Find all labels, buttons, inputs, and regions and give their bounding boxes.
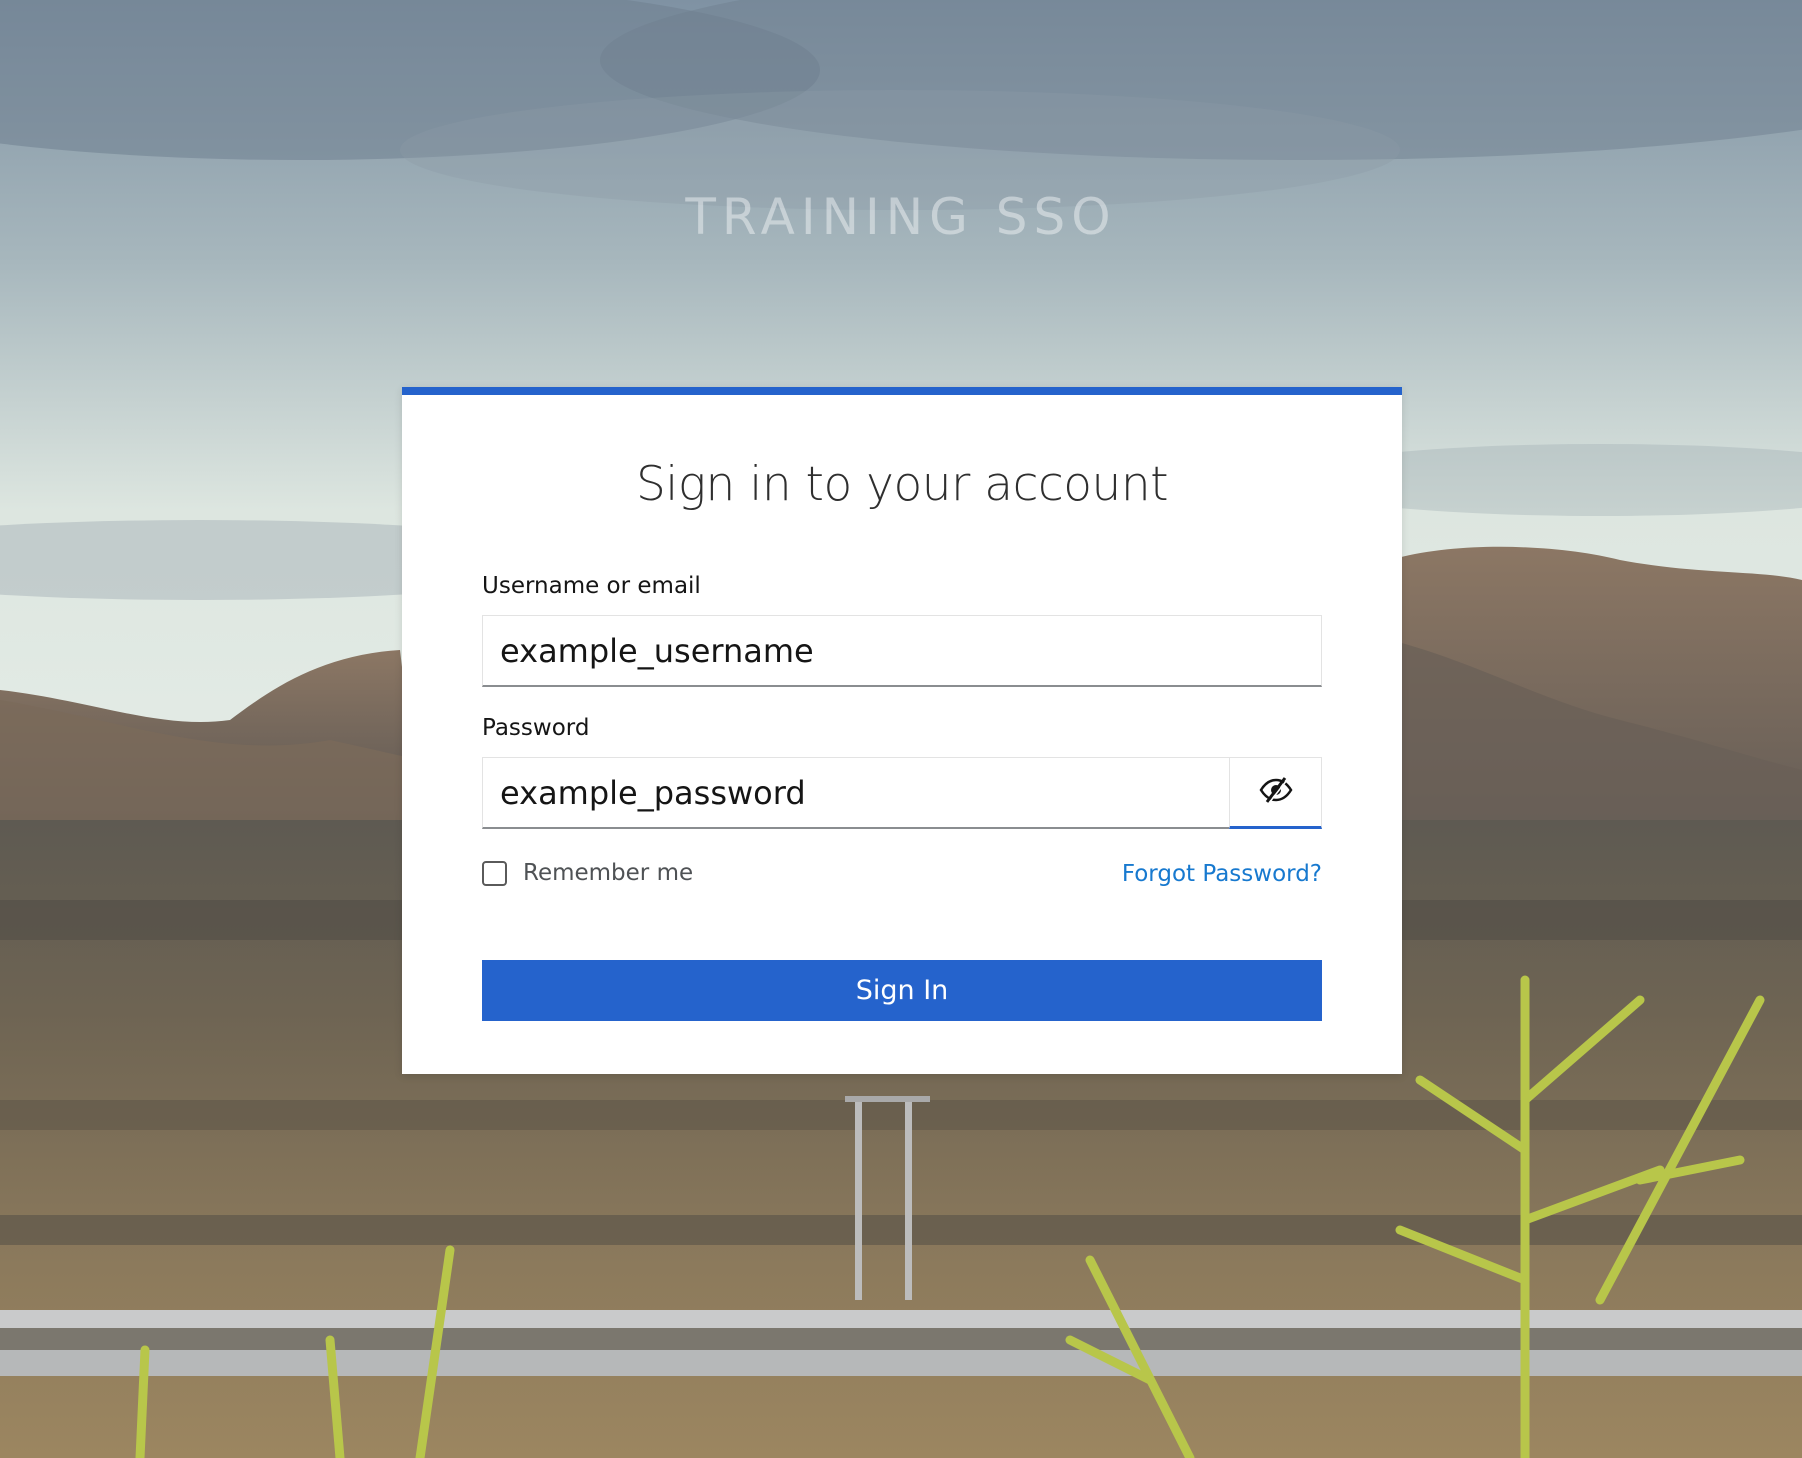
toggle-password-visibility-button[interactable]: [1229, 757, 1322, 829]
login-card: Sign in to your account Username or emai…: [402, 387, 1402, 1074]
sign-in-button[interactable]: Sign In: [482, 960, 1322, 1021]
username-input[interactable]: [482, 615, 1322, 687]
remember-me-checkbox[interactable]: [482, 860, 507, 886]
login-title: Sign in to your account: [635, 457, 1169, 512]
password-label: Password: [482, 715, 590, 741]
remember-me-row: Remember me: [482, 860, 693, 886]
password-input[interactable]: [482, 757, 1230, 829]
forgot-password-link[interactable]: Forgot Password?: [1122, 861, 1322, 887]
eye-slash-icon: [1259, 776, 1293, 808]
brand-title: TRAINING SSO: [685, 188, 1117, 246]
username-label: Username or email: [482, 573, 701, 599]
remember-me-label[interactable]: Remember me: [523, 860, 693, 886]
